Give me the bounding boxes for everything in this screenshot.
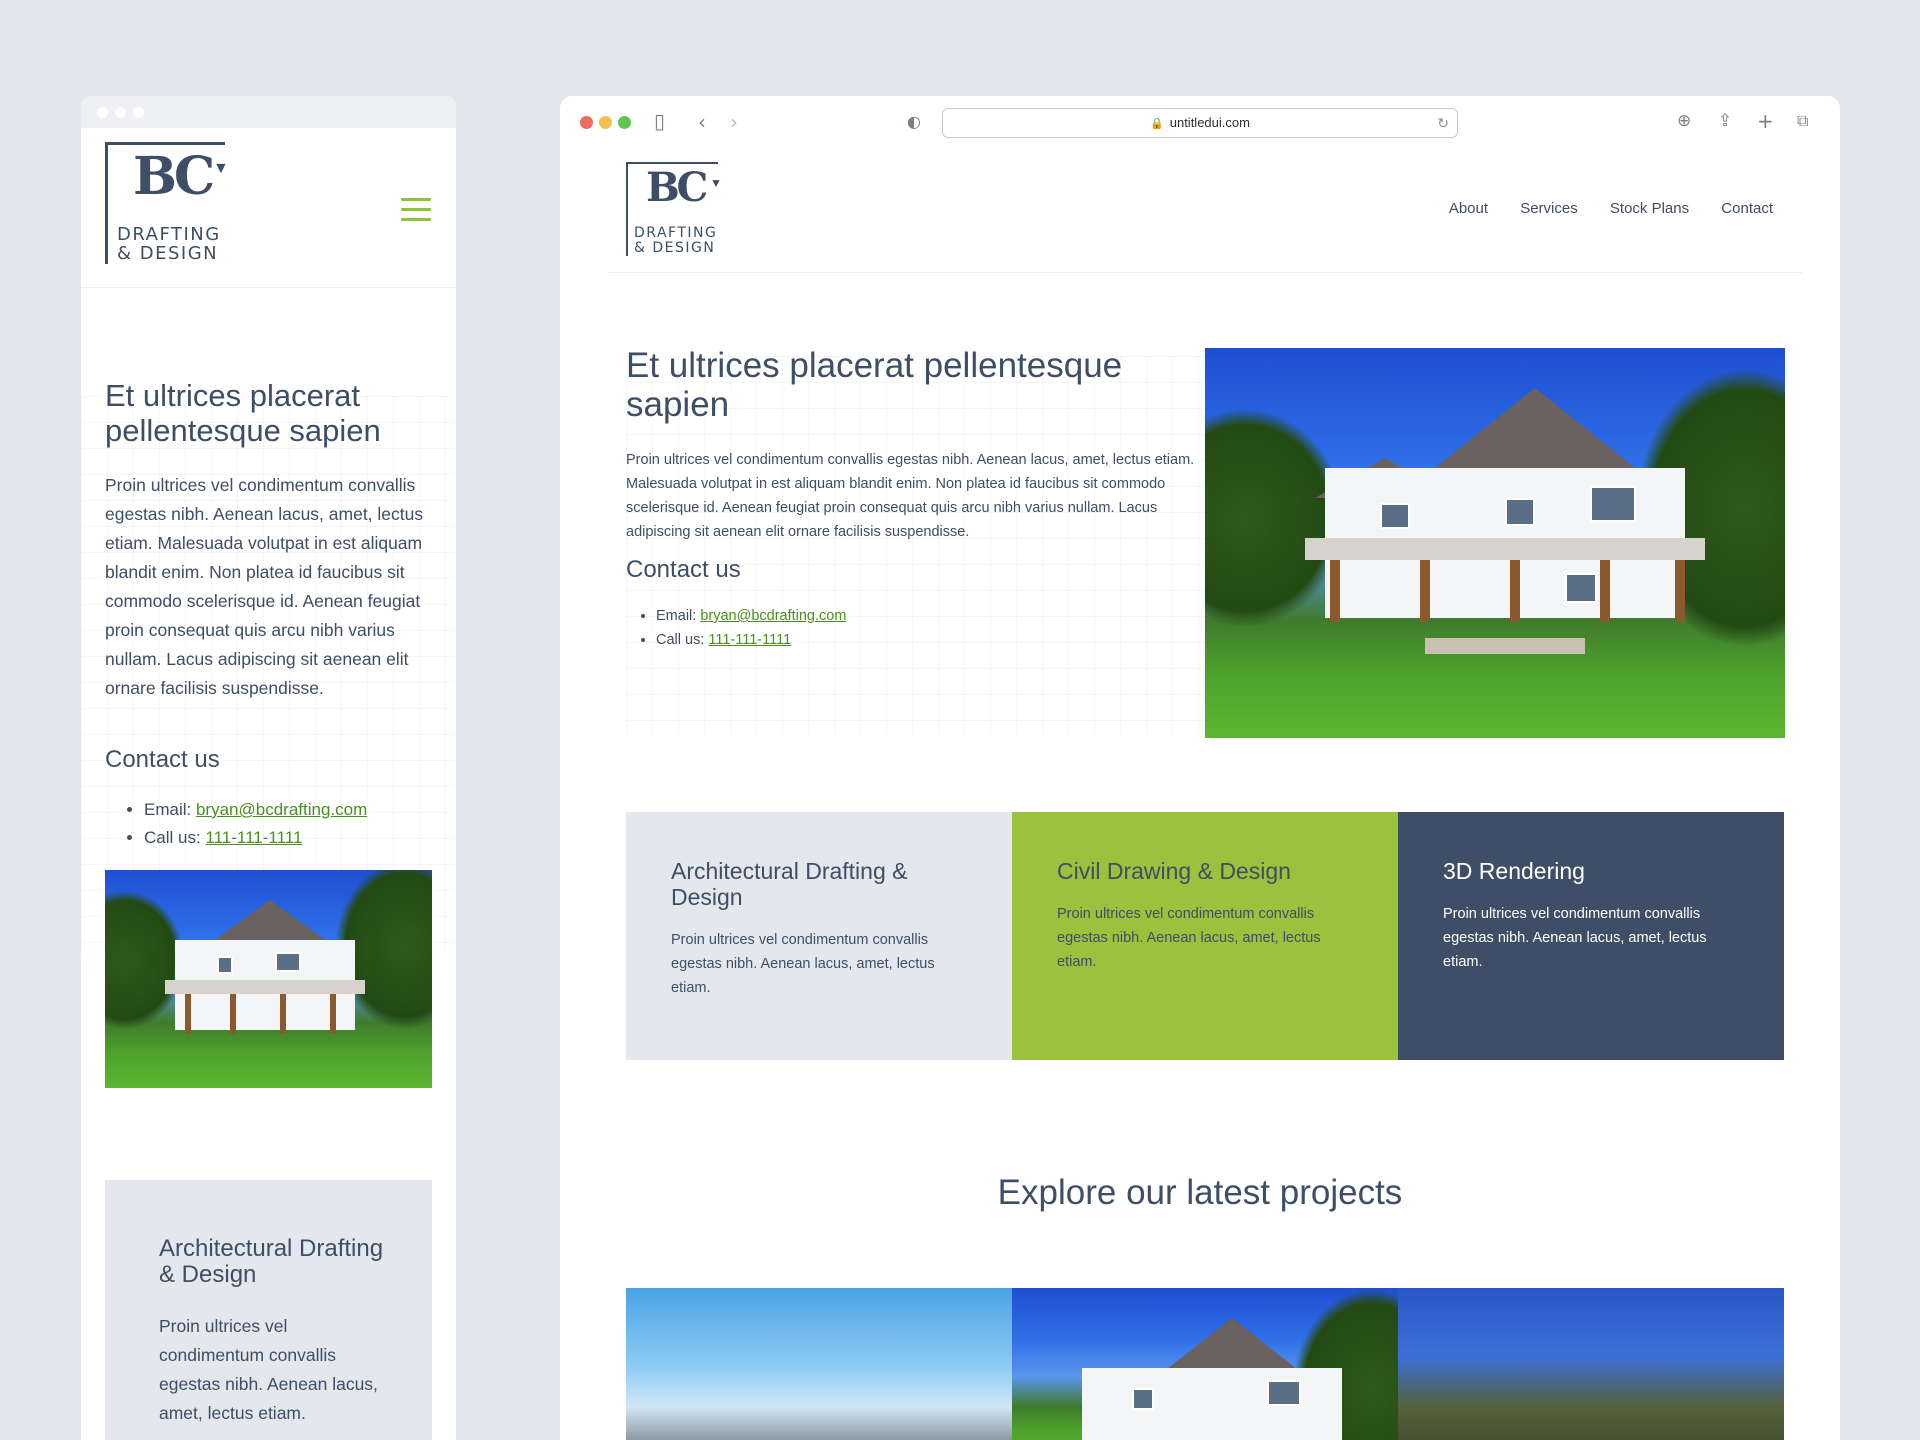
hero-house-photo xyxy=(105,870,432,1088)
service-card-body: Proin ultrices vel condimentum convallis… xyxy=(1443,906,1707,970)
service-card-body: Proin ultrices vel condimentum convallis… xyxy=(671,932,935,996)
download-icon[interactable]: ⊕ xyxy=(1677,111,1691,131)
window-dot xyxy=(115,107,126,118)
logo-arrow-icon: ▼ xyxy=(213,160,229,177)
hero-house-photo xyxy=(1205,348,1785,738)
hero-title: Et ultrices placerat pellentesque sapien xyxy=(626,346,1123,425)
email-link[interactable]: bryan@bcdrafting.com xyxy=(700,608,846,624)
service-card-title: 3D Rendering xyxy=(1443,858,1585,884)
project-photo-3[interactable] xyxy=(1398,1288,1784,1440)
forward-icon[interactable]: › xyxy=(730,110,738,134)
contact-heading: Contact us xyxy=(105,746,220,773)
logo-arrow-icon: ▼ xyxy=(710,176,722,190)
logo-wordmark: DRAFTING & DESIGN xyxy=(634,226,717,255)
sidebar-icon[interactable]: ▯ xyxy=(654,109,665,133)
nav-about[interactable]: About xyxy=(1449,200,1488,217)
nav-stock-plans[interactable]: Stock Plans xyxy=(1610,200,1689,217)
desktop-browser-window: ▯ ‹ › ◐ 🔒 untitledui.com ↻ ⊕ ⇪ + ⧉ ▼ BC D… xyxy=(560,96,1840,1440)
logo-line-1: DRAFTING xyxy=(634,225,718,241)
site-logo[interactable]: ▼ BC DRAFTING & DESIGN xyxy=(626,162,726,262)
mobile-site-header: ▼ BC DRAFTING & DESIGN xyxy=(81,128,456,288)
browser-toolbar: ▯ ‹ › ◐ 🔒 untitledui.com ↻ ⊕ ⇪ + ⧉ xyxy=(560,96,1840,148)
header-divider xyxy=(608,272,1802,273)
service-card-civil[interactable]: Civil Drawing & Design Proin ultrices ve… xyxy=(1012,812,1398,1060)
maximize-window-button[interactable] xyxy=(618,116,631,129)
contact-phone-item: Call us: 111-111-1111 xyxy=(656,628,846,652)
hero-body: Proin ultrices vel condimentum convallis… xyxy=(626,452,1195,540)
service-card-title: Architectural Drafting & Design xyxy=(159,1235,384,1289)
mobile-preview-window: ▼ BC DRAFTING & DESIGN Et ultrices place… xyxy=(81,96,456,1440)
lock-icon: 🔒 xyxy=(1150,118,1164,130)
window-dot xyxy=(97,107,108,118)
shield-icon[interactable]: ◐ xyxy=(907,112,921,131)
logo-monogram: BC xyxy=(133,146,215,207)
service-card-title: Architectural Drafting & Design xyxy=(671,858,908,911)
logo-line-2: & DESIGN xyxy=(634,239,716,256)
reload-icon[interactable]: ↻ xyxy=(1437,109,1449,137)
service-card-body: Proin ultrices vel condimentum convallis… xyxy=(1057,906,1321,970)
tabs-icon[interactable]: ⧉ xyxy=(1797,111,1808,131)
url-text: untitledui.com xyxy=(1169,115,1250,130)
logo-monogram: BC xyxy=(646,164,708,211)
logo-line-2: & DESIGN xyxy=(117,242,219,264)
minimize-window-button[interactable] xyxy=(599,116,612,129)
hero-title: Et ultrices placerat pellentesque sapien xyxy=(105,378,381,448)
nav-contact[interactable]: Contact xyxy=(1721,200,1773,217)
contact-heading: Contact us xyxy=(626,556,741,583)
logo-wordmark: DRAFTING & DESIGN xyxy=(117,224,221,264)
phone-link[interactable]: 111-111-1111 xyxy=(205,828,302,847)
logo-line-1: DRAFTING xyxy=(117,224,221,245)
service-card-title: Civil Drawing & Design xyxy=(1057,858,1291,884)
hero-body: Proin ultrices vel condimentum convallis… xyxy=(105,475,424,698)
contact-email-item: Email: bryan@bcdrafting.com xyxy=(656,604,846,628)
contact-email-item: Email: bryan@bcdrafting.com xyxy=(144,796,367,824)
window-dot xyxy=(133,107,144,118)
address-bar[interactable]: 🔒 untitledui.com ↻ xyxy=(942,108,1458,138)
contact-list: Email: bryan@bcdrafting.com Call us: 111… xyxy=(144,796,367,852)
back-icon[interactable]: ‹ xyxy=(698,110,706,134)
new-tab-icon[interactable]: + xyxy=(1757,109,1774,133)
contact-phone-item: Call us: 111-111-1111 xyxy=(144,824,367,852)
projects-heading: Explore our latest projects xyxy=(997,1173,1403,1212)
service-card-architectural[interactable]: Architectural Drafting & Design Proin ul… xyxy=(105,1180,432,1440)
service-card-body: Proin ultrices vel condimentum convallis… xyxy=(159,1316,378,1423)
project-photo-2[interactable] xyxy=(1012,1288,1398,1440)
email-link[interactable]: bryan@bcdrafting.com xyxy=(196,800,367,819)
contact-list: Email: bryan@bcdrafting.com Call us: 111… xyxy=(656,604,846,652)
share-icon[interactable]: ⇪ xyxy=(1718,111,1732,131)
hamburger-menu-icon[interactable] xyxy=(401,198,431,228)
nav-services[interactable]: Services xyxy=(1520,200,1578,217)
close-window-button[interactable] xyxy=(580,116,593,129)
main-nav: About Services Stock Plans Contact xyxy=(1421,200,1773,217)
site-logo[interactable]: ▼ BC DRAFTING & DESIGN xyxy=(105,142,235,272)
service-card-architectural[interactable]: Architectural Drafting & Design Proin ul… xyxy=(626,812,1012,1060)
project-photo-1[interactable] xyxy=(626,1288,1012,1440)
mobile-window-chrome xyxy=(81,96,456,128)
phone-link[interactable]: 111-111-1111 xyxy=(708,632,791,648)
service-card-3d-rendering[interactable]: 3D Rendering Proin ultrices vel condimen… xyxy=(1398,812,1784,1060)
